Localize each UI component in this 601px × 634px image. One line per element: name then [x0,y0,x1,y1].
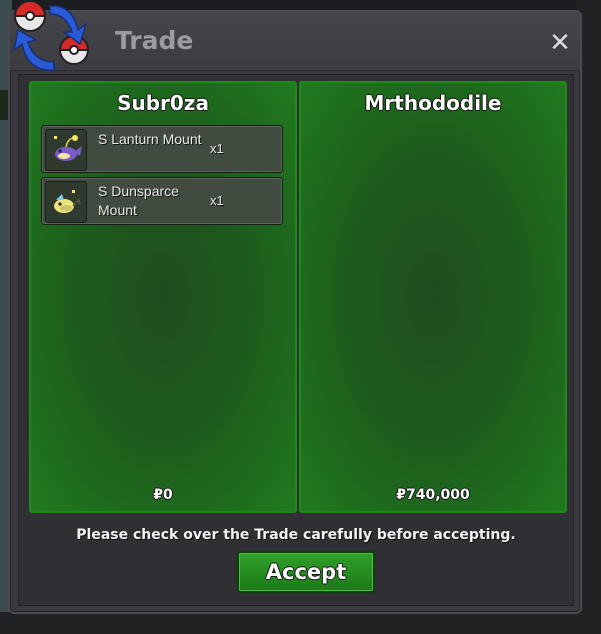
trade-pokeball-logo-icon [12,0,90,71]
close-icon[interactable]: ✕ [546,29,574,57]
accept-button[interactable]: Accept [237,551,375,593]
right-money-offer: ₽740,000 [396,487,470,503]
trade-warning-text: Please check over the Trade carefully be… [76,527,516,543]
item-name: S Lanturn Mount [98,131,202,147]
window-title: Trade [115,26,194,55]
game-background-bottom [0,612,601,634]
right-trade-panel: Mrthododile ₽740,000 [299,81,567,513]
item-quantity: x1 [210,193,224,208]
dunsparce-sprite-icon [45,181,87,223]
trade-item[interactable]: S Dunsparce Mount x1 [41,177,283,225]
left-money-offer: ₽0 [153,487,173,503]
left-player-name: Subr0za [117,91,209,115]
trade-content: Subr0za S Lanturn Mount x1 S Dunsparce M… [18,74,574,606]
item-name: S Dunsparce Mount [98,183,179,218]
left-trade-panel: Subr0za S Lanturn Mount x1 S Dunsparce M… [29,81,297,513]
right-player-name: Mrthododile [364,91,502,115]
item-quantity: x1 [210,141,224,156]
trade-window: Trade ✕ Subr0za S Lanturn Mount x1 S Dun… [8,0,582,614]
trade-item[interactable]: S Lanturn Mount x1 [41,125,283,173]
lanturn-sprite-icon [45,129,87,171]
